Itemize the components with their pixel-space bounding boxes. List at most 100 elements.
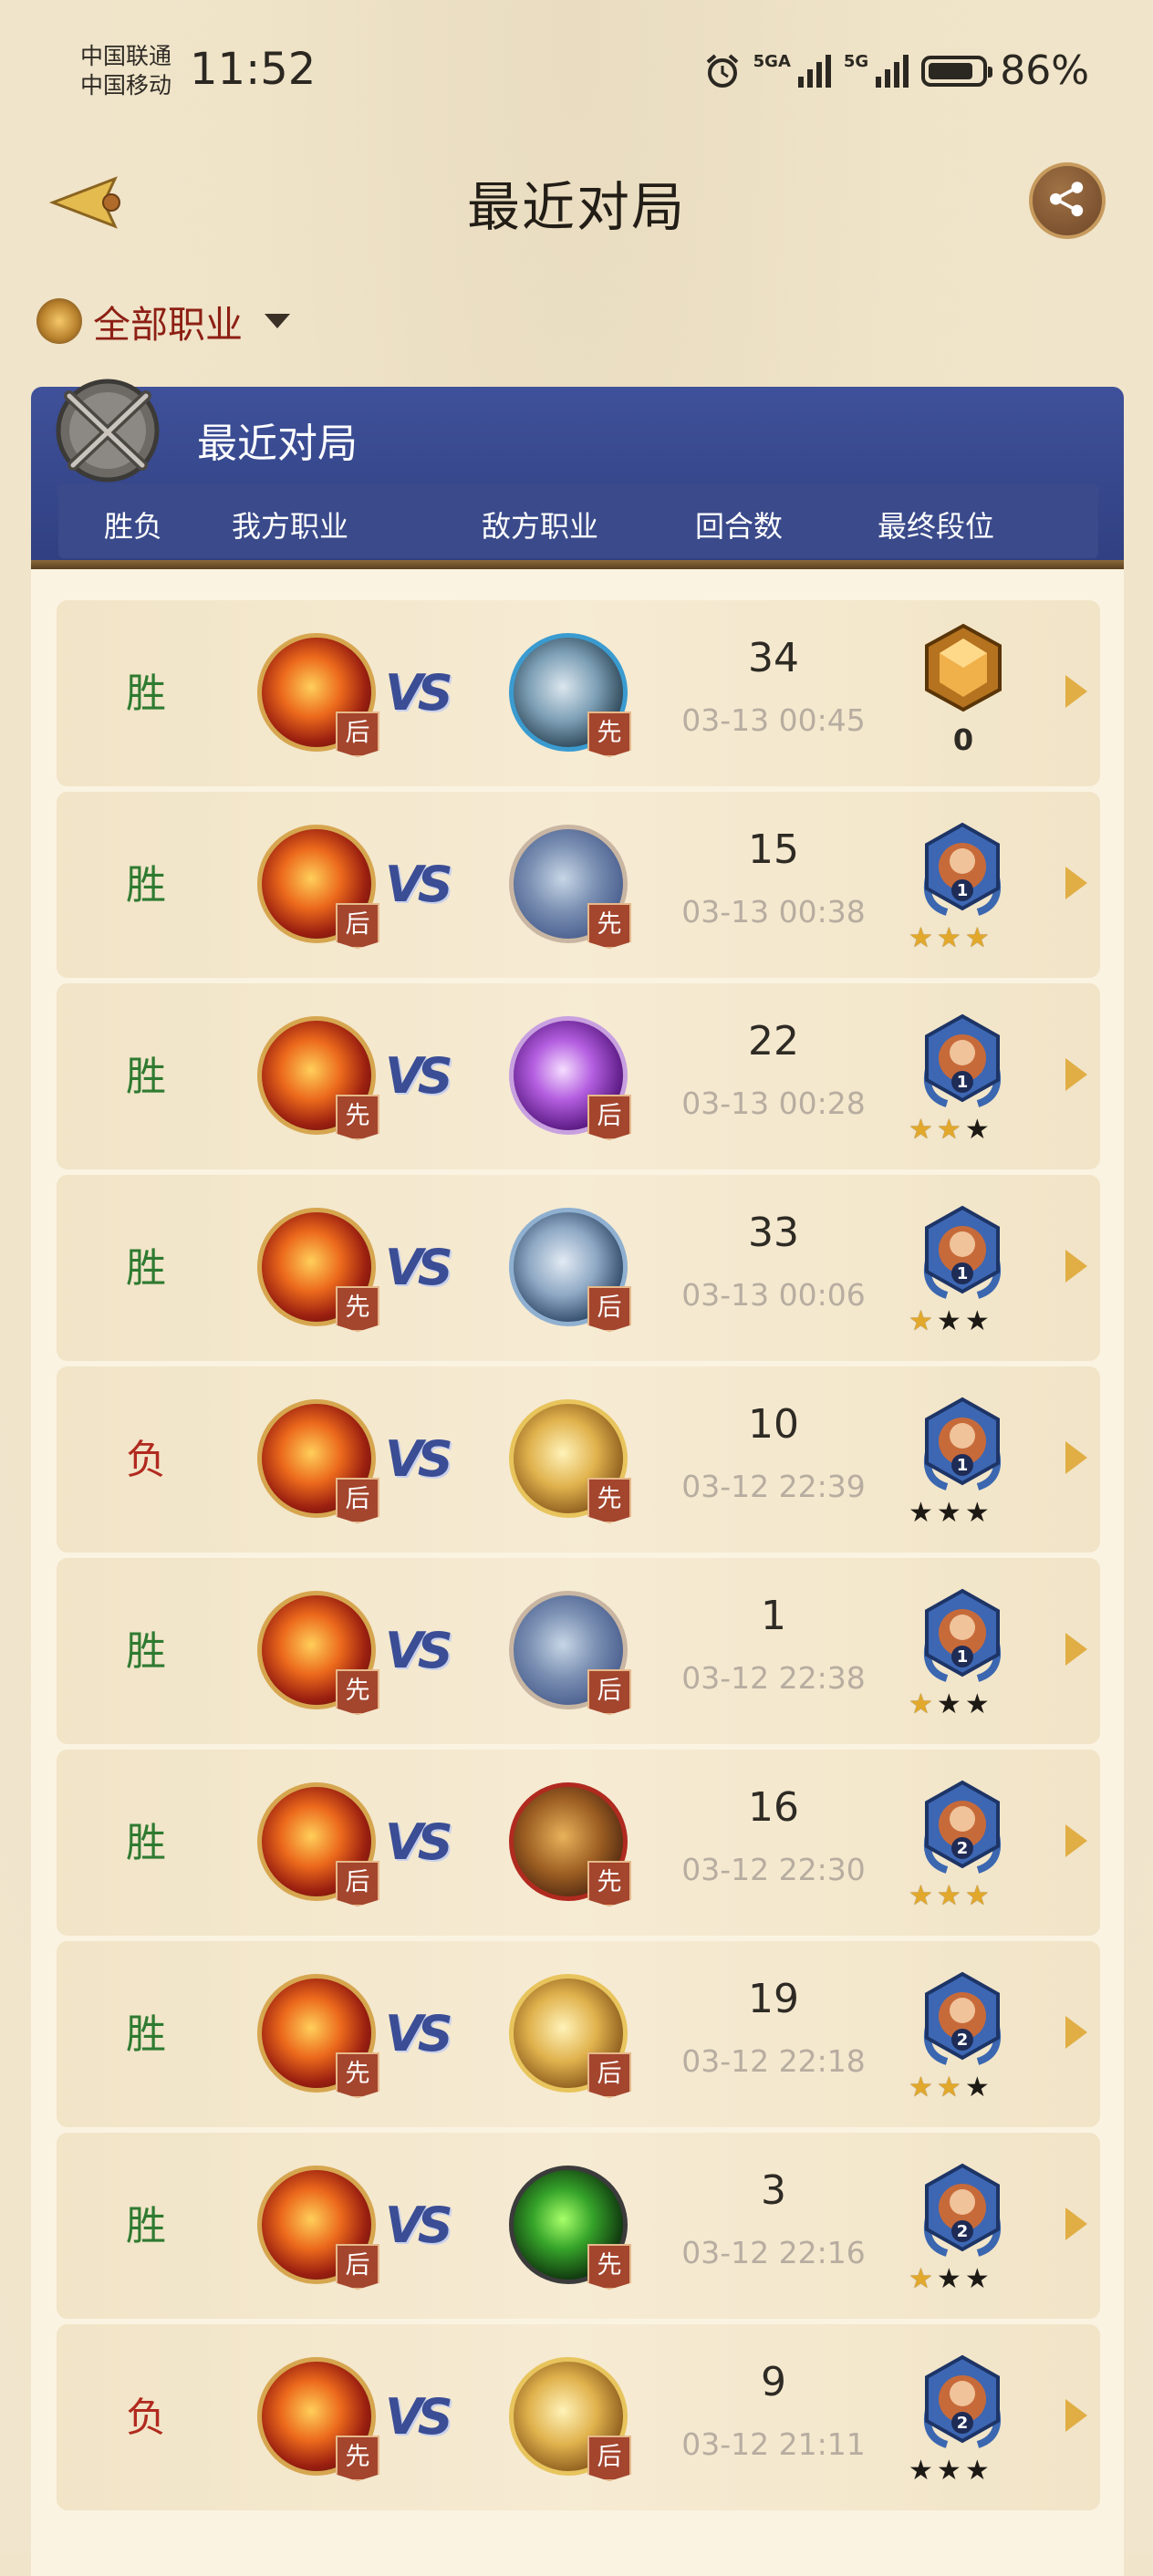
star-icon: ★ (936, 1880, 961, 1912)
star-icon: ★ (936, 2455, 961, 2487)
turn-order-badge: 先 (587, 1478, 631, 1523)
match-result: 胜 (126, 2203, 166, 2249)
share-button[interactable] (1029, 162, 1106, 239)
play-arrow-icon[interactable] (1065, 1824, 1087, 1857)
column-header-bar: 胜负 我方职业 敌方职业 回合数 最终段位 (58, 483, 1098, 558)
enemy-class-icon-wrap: 后 (509, 2357, 631, 2481)
star-icon: ★ (964, 1880, 990, 1912)
match-row[interactable]: 胜 先 VS 后 22 03-13 00:28 1 ★ ★ ★ (57, 983, 1100, 1169)
match-row[interactable]: 胜 后 VS 先 16 03-12 22:30 2 ★ ★ ★ (57, 1750, 1100, 1936)
star-icon: ★ (964, 2072, 990, 2103)
star-icon: ★ (909, 1305, 933, 1337)
star-icon: ★ (909, 2072, 933, 2103)
star-icon: ★ (936, 922, 961, 954)
match-date: 03-12 22:38 (681, 1660, 866, 1696)
turn-order-badge: 后 (336, 1478, 379, 1523)
play-arrow-icon[interactable] (1065, 2207, 1087, 2240)
rank-medal-icon: 1 (924, 1397, 1001, 1491)
turn-order-badge: 先 (336, 1669, 379, 1715)
turn-order-badge: 后 (336, 903, 379, 949)
match-row[interactable]: 负 先 VS 后 9 03-12 21:11 2 ★ ★ ★ (57, 2324, 1100, 2510)
match-date: 03-12 22:30 (681, 1852, 866, 1887)
match-row[interactable]: 负 后 VS 先 10 03-12 22:39 1 ★ ★ ★ (57, 1366, 1100, 1553)
my-class-icon-wrap: 先 (257, 1208, 379, 1332)
class-filter-label: 全部职业 (93, 303, 243, 347)
match-result: 胜 (126, 2011, 166, 2058)
match-row[interactable]: 胜 后 VS 先 3 03-12 22:16 2 ★ ★ ★ (57, 2133, 1100, 2319)
play-arrow-icon[interactable] (1065, 1633, 1087, 1666)
match-row[interactable]: 胜 先 VS 后 19 03-12 22:18 2 ★ ★ ★ (57, 1941, 1100, 2127)
page-title: 最近对局 (466, 176, 686, 238)
clock: 11:52 (190, 44, 317, 95)
carrier-2: 中国移动 (80, 72, 172, 99)
star-icon: ★ (936, 1114, 961, 1146)
rank-stars: ★ ★ ★ (909, 1117, 990, 1144)
play-arrow-icon[interactable] (1065, 1058, 1087, 1091)
vs-icon: VS (385, 2197, 453, 2254)
battery-percent: 86% (1000, 47, 1089, 94)
vs-icon: VS (385, 2005, 453, 2062)
battery-icon (921, 55, 993, 87)
match-row[interactable]: 胜 先 VS 后 1 03-12 22:38 1 ★ ★ ★ (57, 1558, 1100, 1744)
match-row[interactable]: 胜 后 VS 先 34 03-13 00:45 0 (57, 600, 1100, 786)
panel-title: 最近对局 (197, 421, 358, 467)
rank-stars: ★ ★ ★ (909, 1883, 990, 1910)
rank-medal-icon: 1 (924, 822, 1001, 916)
vs-icon: VS (385, 1239, 453, 1296)
star-icon: ★ (909, 1880, 933, 1912)
play-arrow-icon[interactable] (1065, 2399, 1087, 2432)
match-row[interactable]: 胜 后 VS 先 15 03-13 00:38 1 ★ ★ ★ (57, 792, 1100, 978)
star-icon: ★ (909, 2455, 933, 2487)
play-arrow-icon[interactable] (1065, 2016, 1087, 2049)
enemy-class-icon-wrap: 后 (509, 1208, 631, 1332)
star-icon: ★ (909, 1114, 933, 1146)
class-filter-dropdown[interactable]: 全部职业 (36, 294, 290, 348)
rank-level: 1 (957, 1456, 969, 1475)
star-icon: ★ (936, 1688, 961, 1720)
vs-icon: VS (385, 2388, 453, 2446)
match-result: 胜 (126, 862, 166, 909)
turn-order-badge: 后 (587, 2436, 631, 2481)
match-result: 胜 (126, 1820, 166, 1866)
rank-medal-icon: 2 (924, 1780, 1001, 1874)
rank-level: 2 (957, 2031, 969, 2050)
signal-5ga-icon: 5GA (753, 52, 831, 88)
status-bar: 中国联通 中国移动 11:52 5GA 5G 86% (0, 0, 1153, 146)
play-arrow-icon[interactable] (1065, 675, 1087, 708)
panel-header: 最近对局 胜负 我方职业 敌方职业 回合数 最终段位 (31, 379, 1124, 569)
rank-medal-icon: 2 (924, 2163, 1001, 2257)
turn-order-badge: 后 (336, 2244, 379, 2290)
turn-count: 34 (748, 635, 799, 681)
turn-count: 9 (761, 2359, 786, 2405)
enemy-class-icon-wrap: 先 (509, 633, 631, 757)
turn-order-badge: 先 (336, 2052, 379, 2098)
star-icon: ★ (909, 1688, 933, 1720)
turn-order-badge: 后 (336, 712, 379, 757)
vs-icon: VS (385, 664, 453, 722)
star-icon: ★ (964, 2263, 990, 2295)
rank-level: 1 (957, 1073, 969, 1092)
vs-icon: VS (385, 1622, 453, 1679)
rank-medal-icon: 1 (924, 1588, 1001, 1682)
match-date: 03-13 00:45 (681, 702, 866, 738)
signal-5g-icon: 5G (844, 52, 909, 88)
rank-stars: ★ ★ ★ (909, 925, 990, 952)
enemy-class-icon-wrap: 后 (509, 1591, 631, 1715)
my-class-icon-wrap: 后 (257, 1399, 379, 1523)
final-rank: 2 ★ ★ ★ (899, 2155, 1014, 2301)
play-arrow-icon[interactable] (1065, 1441, 1087, 1474)
play-arrow-icon[interactable] (1065, 867, 1087, 899)
my-class-icon-wrap: 先 (257, 1591, 379, 1715)
final-rank: 1 ★ ★ ★ (899, 814, 1014, 960)
match-row[interactable]: 胜 先 VS 后 33 03-13 00:06 1 ★ ★ ★ (57, 1175, 1100, 1361)
star-icon: ★ (936, 1305, 961, 1337)
gem-rank-icon (925, 623, 1002, 712)
turn-count: 22 (748, 1018, 799, 1065)
my-class-icon-wrap: 后 (257, 2166, 379, 2290)
star-icon: ★ (936, 1497, 961, 1529)
turn-count: 19 (748, 1976, 799, 2022)
rank-level: 2 (957, 1839, 969, 1858)
play-arrow-icon[interactable] (1065, 1250, 1087, 1283)
final-rank: 0 (899, 622, 1014, 768)
turn-order-badge: 先 (587, 903, 631, 949)
